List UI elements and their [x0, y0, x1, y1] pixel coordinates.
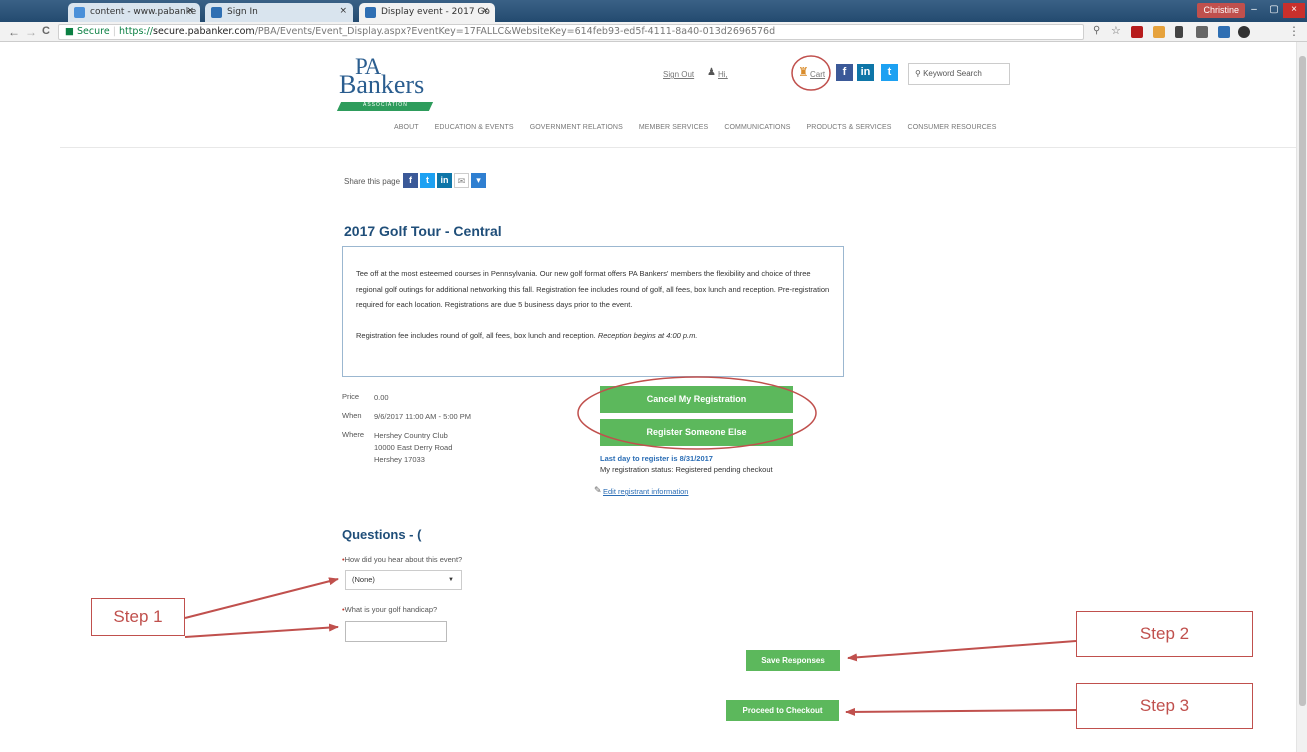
check-extension-icon[interactable]: [1238, 26, 1250, 38]
pencil-icon: ✎: [594, 485, 602, 495]
divider: [60, 147, 1296, 148]
cart-link[interactable]: Cart: [810, 70, 825, 79]
nav-item-consumer-resources[interactable]: CONSUMER RESOURCES: [908, 124, 997, 136]
extension-icon[interactable]: [1218, 26, 1230, 38]
greeting-link[interactable]: Hi,: [718, 70, 728, 79]
share-email-icon[interactable]: ✉: [454, 173, 469, 188]
share-linkedin-icon[interactable]: in: [437, 173, 452, 188]
step3-callout: Step 3: [1076, 683, 1253, 729]
url-bar[interactable]: ■ Secure | https://secure.pabanker.com/P…: [58, 24, 1084, 40]
url-path: /PBA/Events/Event_Display.aspx?EventKey=…: [254, 26, 776, 37]
nav-item-products-services[interactable]: PRODUCTS & SERVICES: [807, 124, 892, 136]
edit-registrant-link[interactable]: Edit registrant information: [603, 487, 688, 496]
main-nav: ABOUT EDUCATION & EVENTS GOVERNMENT RELA…: [394, 124, 1034, 136]
dropdown-caret-icon: ▼: [448, 577, 454, 583]
forward-icon[interactable]: →: [25, 25, 37, 39]
event-description: Tee off at the most esteemed courses in …: [342, 246, 844, 377]
zoom-icon[interactable]: ⚲: [1093, 25, 1105, 37]
search-placeholder: Keyword Search: [923, 69, 982, 78]
site-favicon-icon: [74, 7, 85, 18]
nav-item-communications[interactable]: COMMUNICATIONS: [724, 124, 790, 136]
save-responses-button[interactable]: Save Responses: [746, 650, 840, 671]
nav-item-government-relations[interactable]: GOVERNMENT RELATIONS: [530, 124, 623, 136]
search-icon: ⚲: [915, 69, 921, 78]
reload-icon[interactable]: C: [42, 25, 50, 37]
nav-item-about[interactable]: ABOUT: [394, 124, 419, 136]
tab-strip: content - www.pabanke × Sign In × Displa…: [0, 0, 1307, 22]
extension-icon[interactable]: [1196, 26, 1208, 38]
profile-chip[interactable]: Christine: [1197, 3, 1245, 18]
event-title: 2017 Golf Tour - Central: [344, 223, 502, 239]
scrollbar[interactable]: [1296, 42, 1307, 752]
scrollbar-thumb[interactable]: [1299, 56, 1306, 706]
back-icon[interactable]: ←: [8, 25, 20, 39]
pa-bankers-logo[interactable]: PA Bankers ASSOCIATION: [336, 54, 439, 112]
price-value: 0.00: [374, 393, 389, 402]
menu-icon[interactable]: ⋮: [1288, 24, 1300, 38]
step1-callout: Step 1: [91, 598, 185, 636]
tab-title: Display event - 2017 Go: [381, 7, 490, 17]
site-favicon-icon: [365, 7, 376, 18]
registration-status: My registration status: Registered pendi…: [600, 465, 773, 474]
linkedin-icon[interactable]: in: [857, 64, 874, 81]
close-window-icon[interactable]: ×: [1283, 3, 1305, 18]
minimize-icon[interactable]: –: [1245, 3, 1263, 18]
lock-icon: ■: [65, 26, 74, 37]
site-favicon-icon: [211, 7, 222, 18]
proceed-to-checkout-button[interactable]: Proceed to Checkout: [726, 700, 839, 721]
select-value: (None): [352, 575, 375, 584]
extension-icon[interactable]: [1175, 26, 1183, 38]
tab-content[interactable]: content - www.pabanke ×: [68, 3, 200, 22]
register-someone-else-button[interactable]: Register Someone Else: [600, 419, 793, 446]
when-value: 9/6/2017 11:00 AM - 5:00 PM: [374, 412, 472, 421]
close-tab-icon[interactable]: ×: [481, 6, 489, 16]
description-paragraph: Registration fee includes round of golf,…: [356, 330, 698, 340]
url-host: secure.pabanker.com: [153, 26, 255, 37]
share-label: Share this page: [344, 177, 401, 186]
nav-item-member-services[interactable]: MEMBER SERVICES: [639, 124, 708, 136]
description-paragraph: Tee off at the most esteemed courses in …: [356, 269, 830, 309]
maximize-icon[interactable]: ▢: [1265, 3, 1283, 18]
close-tab-icon[interactable]: ×: [339, 6, 347, 16]
questions-heading: Questions - (: [342, 527, 422, 542]
where-line: Hershey 17033: [374, 455, 425, 464]
sign-out-link[interactable]: Sign Out: [663, 70, 694, 79]
step2-callout: Step 2: [1076, 611, 1253, 657]
where-line: 10000 East Derry Road: [374, 443, 453, 452]
golf-handicap-input[interactable]: [345, 621, 447, 642]
where-line: Hershey Country Club: [374, 431, 448, 440]
share-twitter-icon[interactable]: t: [420, 173, 435, 188]
bookmark-star-icon[interactable]: ☆: [1111, 24, 1123, 37]
keyword-search-input[interactable]: ⚲ Keyword Search: [908, 63, 1010, 85]
cart-icon[interactable]: ♜: [798, 65, 809, 79]
when-label: When: [342, 411, 362, 420]
address-bar-row: ← → C ■ Secure | https://secure.pabanker…: [0, 22, 1307, 42]
share-facebook-icon[interactable]: f: [403, 173, 418, 188]
user-icon: ♟: [707, 67, 716, 78]
tab-display-event[interactable]: Display event - 2017 Go ×: [359, 3, 495, 22]
tab-title: Sign In: [227, 7, 258, 17]
where-label: Where: [342, 430, 365, 439]
question-label: •How did you hear about this event?: [342, 555, 463, 564]
nav-item-education-events[interactable]: EDUCATION & EVENTS: [435, 124, 514, 136]
extension-icon[interactable]: [1153, 26, 1165, 38]
registration-deadline: Last day to register is 8/31/2017: [600, 454, 713, 463]
share-more-icon[interactable]: ▾: [471, 173, 486, 188]
twitter-icon[interactable]: t: [881, 64, 898, 81]
cancel-registration-button[interactable]: Cancel My Registration: [600, 386, 793, 413]
close-tab-icon[interactable]: ×: [186, 6, 194, 16]
price-label: Price: [342, 392, 360, 401]
url-scheme: https://: [118, 26, 154, 37]
facebook-icon[interactable]: f: [836, 64, 853, 81]
hear-about-select[interactable]: (None) ▼: [345, 570, 462, 590]
pdf-extension-icon[interactable]: [1131, 26, 1143, 38]
question-label: •What is your golf handicap?: [342, 605, 438, 614]
tab-sign-in[interactable]: Sign In ×: [205, 3, 353, 22]
secure-label: Secure: [77, 26, 110, 37]
tab-title: content - www.pabanke: [90, 7, 197, 17]
